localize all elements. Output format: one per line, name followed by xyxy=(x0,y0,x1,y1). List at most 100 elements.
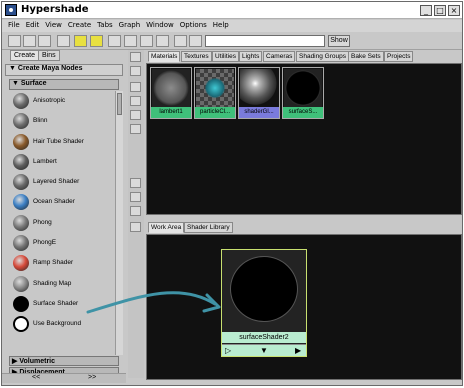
layout-single-icon[interactable] xyxy=(8,35,21,47)
menu-bar: File Edit View Create Tabs Graph Window Options… xyxy=(2,20,462,32)
shader-list-item[interactable]: Hair Tube Shader xyxy=(9,132,119,152)
volumetric-section-header[interactable]: ▶ Volumetric xyxy=(9,356,119,366)
tab-lights[interactable]: Lights xyxy=(239,51,263,62)
material-swatch[interactable]: particleCl... xyxy=(194,67,236,119)
top-tab-bar: Materials Textures Utilities Lights Came… xyxy=(146,51,462,63)
clear-graph-icon[interactable] xyxy=(174,35,187,47)
show-button[interactable]: Show xyxy=(328,35,350,47)
minimize-button[interactable]: _ xyxy=(420,5,432,16)
output-port-icon[interactable]: ▶ xyxy=(295,346,301,355)
tool-button-9[interactable] xyxy=(130,206,141,216)
tab-shader-library[interactable]: Shader Library xyxy=(184,222,233,233)
material-label: surfaceS... xyxy=(283,107,323,118)
menu-tabs[interactable]: Tabs xyxy=(97,20,113,30)
tab-bake-sets[interactable]: Bake Sets xyxy=(348,51,384,62)
create-maya-nodes-dropdown[interactable]: ▼ Create Maya Nodes xyxy=(5,64,123,76)
tab-projects[interactable]: Projects xyxy=(384,51,414,62)
input-connections-icon[interactable] xyxy=(124,35,137,47)
rearrange-graph-icon[interactable] xyxy=(189,35,202,47)
window-title: Hypershade xyxy=(21,4,89,15)
shader-sphere-icon xyxy=(13,153,29,170)
shader-label: Layered Shader xyxy=(33,178,80,186)
forward-arrow-icon[interactable] xyxy=(90,35,103,47)
shader-list-item[interactable]: Anisotropic xyxy=(9,91,119,111)
tab-create[interactable]: Create xyxy=(10,50,40,61)
menu-create[interactable]: Create xyxy=(68,20,91,30)
material-swatch[interactable]: shaderGl... xyxy=(238,67,280,119)
scroll-right-button[interactable]: >> xyxy=(88,374,96,381)
search-input[interactable] xyxy=(205,35,325,47)
shader-list-item[interactable]: PhongE xyxy=(9,233,119,253)
menu-graph[interactable]: Graph xyxy=(119,20,140,30)
shader-sphere-icon xyxy=(13,255,29,272)
maya-app-icon xyxy=(5,4,17,16)
material-swatch[interactable]: lambert1 xyxy=(150,67,192,119)
input-output-icon[interactable] xyxy=(140,35,153,47)
panel-tools-column xyxy=(128,50,144,378)
material-swatch[interactable]: surfaceS... xyxy=(282,67,324,119)
tab-shading-groups[interactable]: Shading Groups xyxy=(296,51,349,62)
node-port-bar: ▷ ▼ ▶ xyxy=(222,344,306,356)
tool-button-2[interactable] xyxy=(130,66,141,76)
shader-label: Ocean Shader xyxy=(33,198,75,206)
tab-cameras[interactable]: Cameras xyxy=(263,51,296,62)
menu-options[interactable]: Options xyxy=(180,20,207,30)
shader-list-item[interactable]: Surface Shader xyxy=(9,294,119,314)
tool-button-7[interactable] xyxy=(130,178,141,188)
scrollbar-thumb[interactable] xyxy=(117,93,122,115)
scroll-left-button[interactable]: << xyxy=(32,374,40,381)
shader-list-item[interactable]: Lambert xyxy=(9,152,119,172)
shader-list-item[interactable]: Layered Shader xyxy=(9,172,119,192)
maximize-button[interactable]: □ xyxy=(434,5,446,16)
shader-list-item[interactable]: Phong xyxy=(9,213,119,233)
tab-textures[interactable]: Textures xyxy=(181,51,212,62)
tab-work-area[interactable]: Work Area xyxy=(148,222,185,233)
shader-sphere-icon xyxy=(13,275,29,292)
surface-section-header[interactable]: ▼ Surface xyxy=(9,79,119,90)
input-port-icon[interactable]: ▷ xyxy=(225,346,231,355)
output-connections-icon[interactable] xyxy=(156,35,169,47)
checker-sphere-icon xyxy=(196,69,234,107)
node-label: surfaceShader2 xyxy=(222,332,306,343)
shader-list-item[interactable]: Use Background xyxy=(9,314,119,334)
black-sphere-icon xyxy=(230,256,298,322)
menu-file[interactable]: File xyxy=(8,20,20,30)
shader-list-scrollbar[interactable] xyxy=(115,91,123,355)
close-button[interactable]: × xyxy=(448,5,460,16)
tool-button-1[interactable] xyxy=(130,52,141,62)
shader-label: Anisotropic xyxy=(33,97,66,104)
shader-sphere-icon xyxy=(13,174,29,191)
graph-materials-icon[interactable] xyxy=(108,35,121,47)
shader-label: Use Background xyxy=(33,320,82,328)
bottom-tab-bar: Work Area Shader Library xyxy=(146,222,462,234)
tool-button-8[interactable] xyxy=(130,192,141,202)
surface-section-label: Surface xyxy=(20,80,47,87)
tool-button-5[interactable] xyxy=(130,110,141,120)
menu-view[interactable]: View xyxy=(45,20,62,30)
shader-list-item[interactable]: Shading Map xyxy=(9,274,119,294)
layout-rows-icon[interactable] xyxy=(38,35,51,47)
tab-materials[interactable]: Materials xyxy=(148,51,181,62)
tool-button-6[interactable] xyxy=(130,124,141,134)
shader-list-item[interactable]: Ramp Shader xyxy=(9,253,119,273)
tab-utilities[interactable]: Utilities xyxy=(212,51,239,62)
menu-edit[interactable]: Edit xyxy=(26,20,40,30)
menu-help[interactable]: Help xyxy=(213,20,229,30)
toggle-icon[interactable] xyxy=(57,35,70,47)
grey-sphere-icon xyxy=(152,69,190,107)
shader-list-item[interactable]: Ocean Shader xyxy=(9,192,119,212)
layout-split-icon[interactable] xyxy=(23,35,36,47)
tool-button-3[interactable] xyxy=(130,82,141,92)
expand-icon[interactable]: ▼ xyxy=(260,346,268,355)
shader-sphere-icon xyxy=(13,194,29,211)
shader-node[interactable]: surfaceShader2 ▷ ▼ ▶ xyxy=(221,249,307,357)
menu-window[interactable]: Window xyxy=(146,20,174,30)
tool-button-10[interactable] xyxy=(130,222,141,232)
shader-label: Blinn xyxy=(33,117,48,125)
back-arrow-icon[interactable] xyxy=(74,35,87,47)
tab-bins[interactable]: Bins xyxy=(38,50,60,61)
toolbar: Show xyxy=(2,33,462,50)
left-panel-nav: << >> xyxy=(2,373,126,383)
tool-button-4[interactable] xyxy=(130,96,141,106)
shader-list-item[interactable]: Blinn xyxy=(9,111,119,131)
